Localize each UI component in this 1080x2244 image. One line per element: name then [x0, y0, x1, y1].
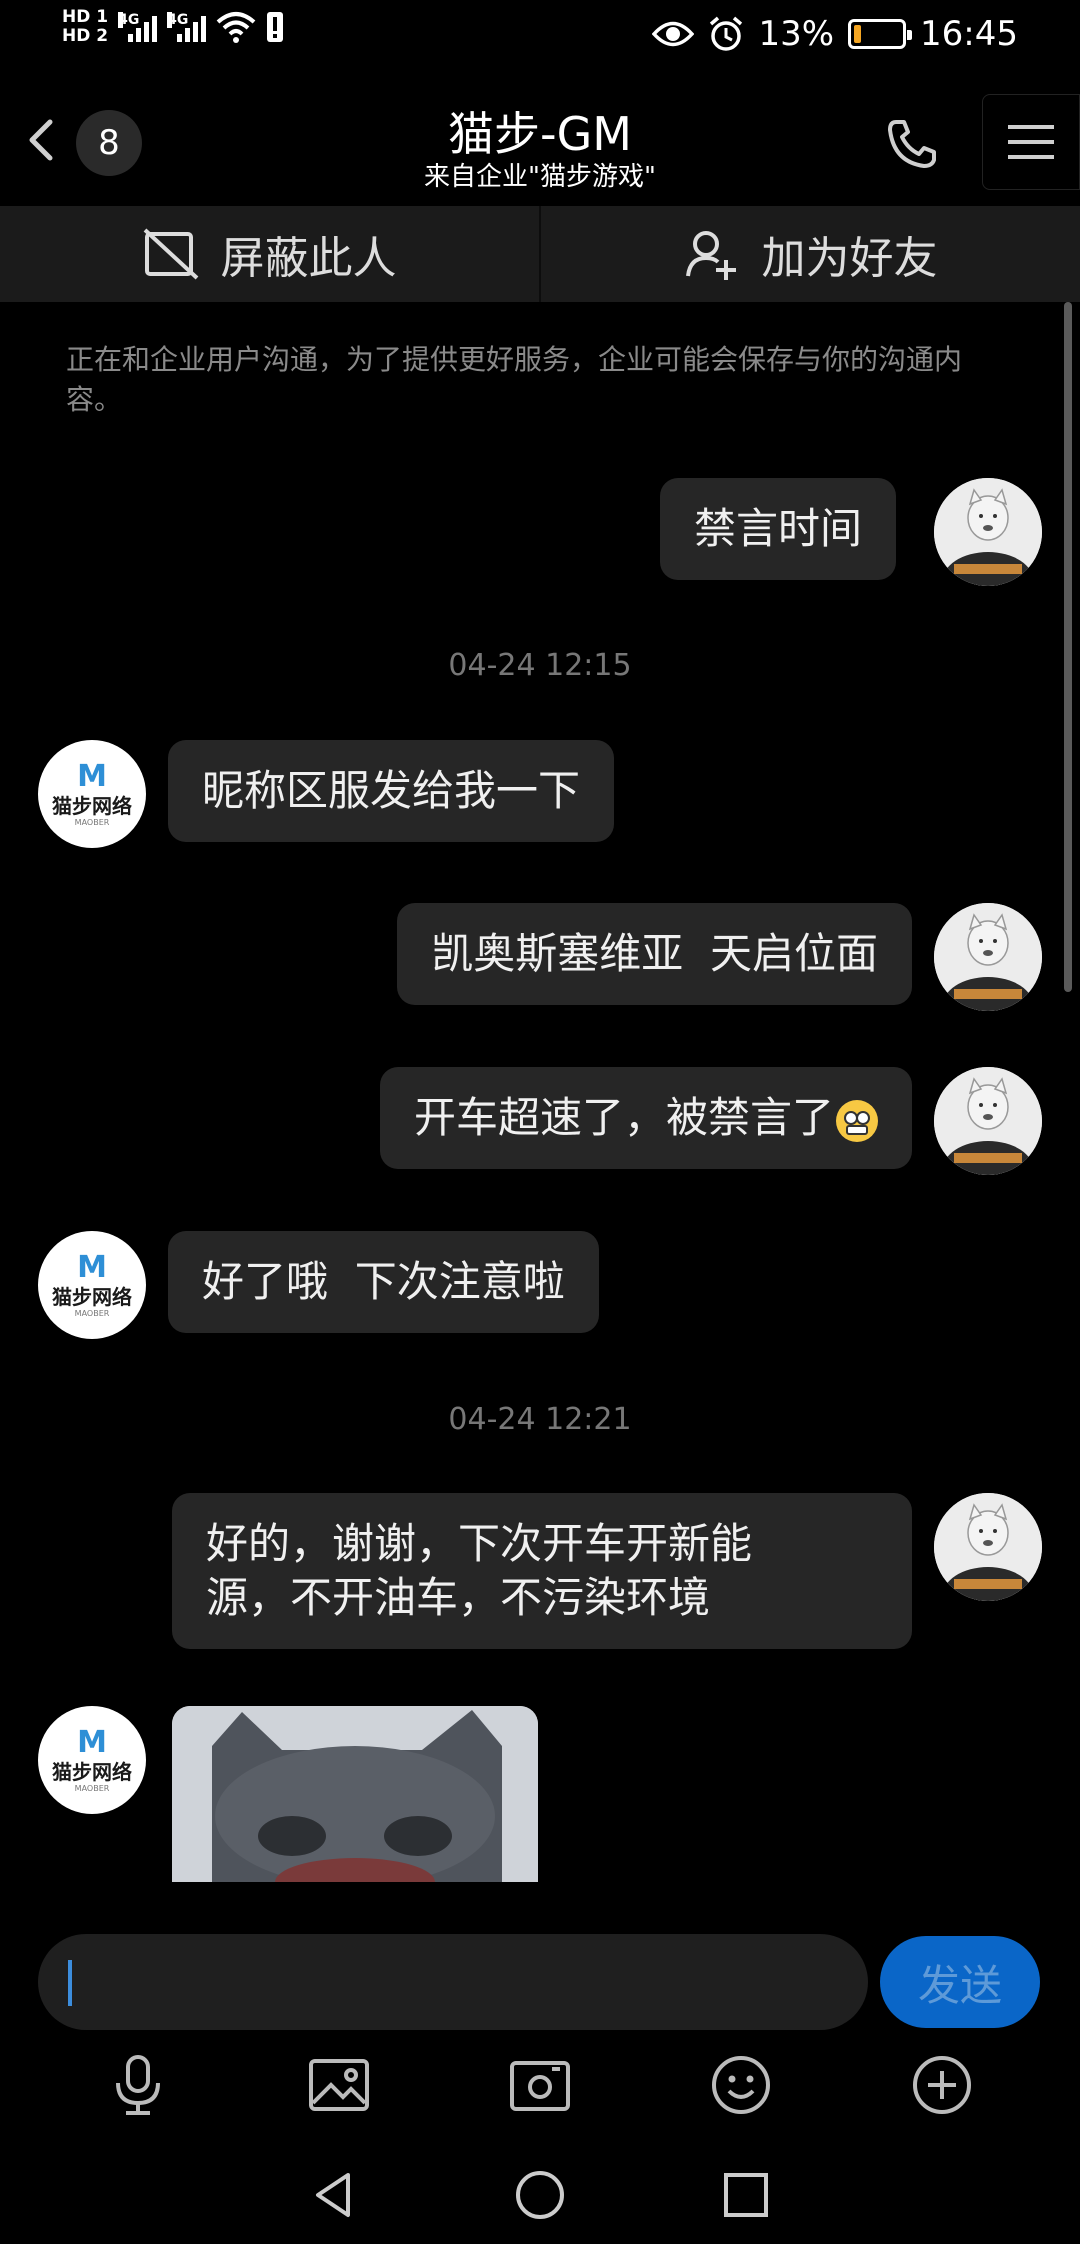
menu-icon — [1008, 125, 1054, 159]
user-avatar[interactable] — [934, 903, 1042, 1011]
brand-logo-icon: M — [77, 759, 107, 794]
send-button[interactable]: 发送 — [880, 1936, 1040, 2028]
brand-sub: MAOBER — [74, 1309, 110, 1318]
plus-circle-icon — [912, 2056, 971, 2114]
timestamp: 04-24 12:21 — [448, 1402, 632, 1437]
nav-recents-icon[interactable] — [718, 2167, 774, 2223]
scrollbar[interactable] — [1064, 302, 1072, 992]
block-icon — [143, 228, 198, 280]
message-bubble-outgoing[interactable]: 开车超速了，被禁言了 — [379, 1067, 912, 1169]
message-bubble-outgoing[interactable]: 凯奥斯塞维亚 天启位面 — [397, 903, 912, 1005]
gm-avatar[interactable]: M 猫步网络 MAOBER — [38, 740, 146, 848]
chat-screen: HD 1 HD 2 4G 4G 13% 16:45 8 猫步-GM 来自企业"猫… — [0, 0, 1080, 2244]
brand-logo-icon: M — [77, 1250, 107, 1285]
eye-icon — [652, 21, 695, 47]
more-button[interactable] — [907, 2050, 977, 2120]
signal-icon: 4G — [118, 12, 158, 42]
message-bubble-outgoing[interactable]: 禁言时间 — [660, 478, 897, 580]
user-avatar[interactable] — [934, 478, 1042, 586]
message-bubble-incoming[interactable]: 昵称区服发给我一下 — [168, 740, 615, 842]
brand-name: 猫步网络 — [52, 1285, 132, 1309]
message-text: 开车超速了，被禁言了 — [413, 1093, 834, 1142]
message-bubble-incoming[interactable]: 好了哦 下次注意啦 — [168, 1231, 599, 1333]
add-user-icon — [685, 231, 736, 280]
phone-icon[interactable] — [884, 116, 940, 172]
signal-group: HD 1 HD 2 4G 4G — [62, 8, 284, 46]
camera-icon — [509, 2061, 570, 2111]
brand-name: 猫步网络 — [52, 794, 132, 818]
signal-icon: 4G — [167, 12, 207, 42]
gm-avatar[interactable]: M 猫步网络 MAOBER — [38, 1706, 146, 1814]
brand-sub: MAOBER — [74, 1784, 110, 1793]
battery-percent: 13% — [758, 14, 835, 54]
photo-button[interactable] — [304, 2050, 374, 2120]
brand-logo-icon: M — [77, 1725, 107, 1760]
wifi-icon — [216, 12, 256, 43]
microphone-icon — [116, 2055, 161, 2115]
voice-button[interactable] — [103, 2050, 173, 2120]
image-icon — [309, 2059, 370, 2111]
user-avatar-image — [934, 903, 1042, 1011]
cat-meme-image — [172, 1706, 538, 1882]
alarm-icon — [710, 16, 743, 51]
block-user-button[interactable]: 屏蔽此人 — [0, 206, 539, 302]
status-right: 13% 16:45 — [652, 14, 1018, 54]
text-caret — [68, 1960, 72, 2006]
battery-icon — [848, 19, 913, 49]
message-input[interactable] — [38, 1934, 868, 2030]
timestamp: 04-24 12:15 — [448, 648, 632, 683]
menu-button[interactable] — [982, 94, 1080, 190]
user-avatar-image — [934, 1493, 1042, 1601]
enterprise-notice: 正在和企业用户沟通，为了提供更好服务，企业可能会保存与你的沟通内容。 — [66, 343, 963, 416]
block-user-label: 屏蔽此人 — [220, 233, 397, 284]
add-friend-label: 加为好友 — [761, 233, 938, 284]
contact-action-bar: 屏蔽此人 加为好友 — [0, 206, 1080, 302]
chat-header: 8 猫步-GM 来自企业"猫步游戏" — [0, 72, 1080, 206]
input-toolbar — [0, 2044, 1080, 2126]
sim2-label: HD 2 — [62, 26, 109, 46]
camera-button[interactable] — [505, 2050, 575, 2120]
battery-fill — [854, 25, 862, 43]
add-friend-button[interactable]: 加为好友 — [539, 206, 1080, 302]
brand-sub: MAOBER — [74, 818, 110, 827]
message-bubble-outgoing[interactable]: 好的，谢谢，下次开车开新能 源，不开油车，不污染环境 — [172, 1493, 912, 1649]
system-nav-bar — [0, 2150, 1080, 2240]
emoji-button[interactable] — [706, 2050, 776, 2120]
hd-labels: HD 1 HD 2 — [62, 8, 108, 46]
alert-icon — [267, 12, 284, 42]
clock: 16:45 — [920, 14, 1018, 54]
sim1-label: HD 1 — [62, 7, 109, 27]
smiley-icon — [711, 2056, 770, 2114]
user-avatar-image — [934, 1067, 1042, 1175]
status-bar: HD 1 HD 2 4G 4G 13% 16:45 — [0, 0, 1080, 72]
gm-avatar[interactable]: M 猫步网络 MAOBER — [38, 1231, 146, 1339]
grin-emoji-icon — [836, 1099, 878, 1142]
nav-home-icon[interactable] — [512, 2167, 568, 2223]
nav-back-icon[interactable] — [306, 2167, 362, 2223]
user-avatar[interactable] — [934, 1067, 1042, 1175]
user-avatar[interactable] — [934, 1493, 1042, 1601]
user-avatar-image — [934, 478, 1042, 586]
image-message[interactable] — [172, 1706, 538, 1882]
brand-name: 猫步网络 — [52, 1760, 132, 1784]
